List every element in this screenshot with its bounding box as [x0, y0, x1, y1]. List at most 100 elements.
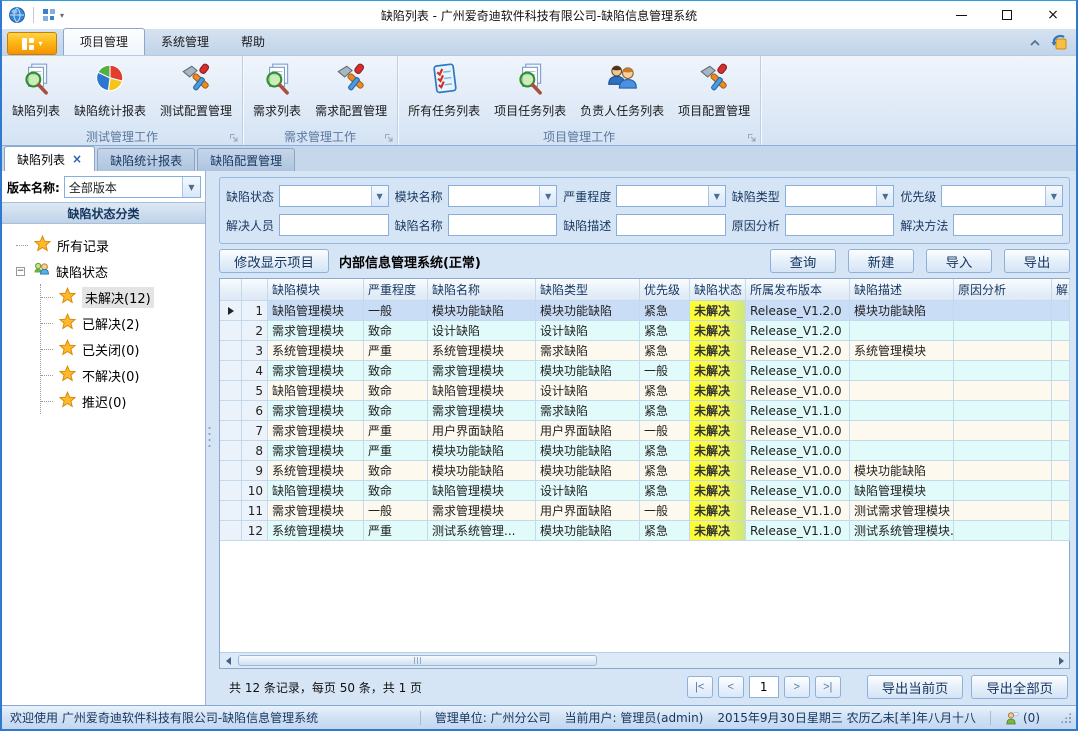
table-row[interactable]: 5缺陷管理模块致命缺陷管理模块设计缺陷紧急未解决Release_V1.0.0 [220, 381, 1069, 401]
grid-column-header[interactable]: 严重程度 [364, 279, 428, 301]
page-number-input[interactable] [749, 676, 779, 698]
tree-item[interactable]: 不解决(0) [41, 362, 205, 388]
tree-item[interactable]: 所有记录 [16, 232, 205, 258]
create-button[interactable]: 新建 [848, 249, 914, 273]
module-name-combo[interactable]: ▼ [448, 185, 558, 207]
style-switcher-icon[interactable] [1051, 34, 1068, 51]
horizontal-scrollbar[interactable] [220, 652, 1069, 668]
grid-column-header[interactable]: 缺陷名称 [428, 279, 536, 301]
tree-item[interactable]: 未解决(12) [41, 284, 205, 310]
close-tab-icon[interactable]: × [72, 152, 82, 166]
ribbon-button[interactable]: 缺陷列表 [6, 59, 66, 121]
grid-column-header[interactable]: 原因分析 [954, 279, 1052, 301]
grid-cell: 未解决 [690, 341, 746, 361]
ribbon-button[interactable]: 缺陷统计报表 [68, 59, 152, 121]
version-combo[interactable]: 全部版本 ▼ [64, 176, 201, 198]
scrollbar-thumb[interactable] [238, 655, 597, 666]
defect-type-combo[interactable]: ▼ [785, 185, 895, 207]
splitter-handle[interactable] [206, 171, 213, 705]
grid-column-header[interactable]: 缺陷状态 [690, 279, 746, 301]
table-row[interactable]: 1缺陷管理模块一般模块功能缺陷模块功能缺陷紧急未解决Release_V1.2.0… [220, 301, 1069, 321]
scroll-left-icon[interactable] [220, 653, 236, 668]
tree-item[interactable]: −缺陷状态 [16, 258, 205, 284]
quick-access-layout-icon[interactable] [41, 7, 57, 23]
grid-column-header[interactable]: 缺陷描述 [850, 279, 954, 301]
tree-item-label: 未解决(12) [82, 287, 154, 308]
dialog-launcher-icon[interactable] [384, 132, 394, 142]
table-row[interactable]: 4需求管理模块致命需求管理模块模块功能缺陷一般未解决Release_V1.0.0 [220, 361, 1069, 381]
ribbon-collapse-chevron-up-icon[interactable] [1029, 39, 1041, 47]
chevron-down-icon[interactable]: ▼ [1045, 186, 1062, 206]
first-page-button[interactable]: |< [687, 676, 713, 698]
priority-combo[interactable]: ▼ [941, 185, 1063, 207]
ribbon-button[interactable]: 项目配置管理 [672, 59, 756, 121]
export-current-page-button[interactable]: 导出当前页 [867, 675, 964, 699]
scrollbar-track[interactable] [236, 653, 1053, 668]
dialog-launcher-icon[interactable] [229, 132, 239, 142]
severity-combo[interactable]: ▼ [616, 185, 726, 207]
grid-column-header[interactable]: 所属发布版本 [746, 279, 850, 301]
chevron-down-icon[interactable]: ▼ [182, 177, 200, 197]
close-button[interactable]: × [1030, 1, 1076, 29]
tree-item[interactable]: 已解决(2) [41, 310, 205, 336]
search-button[interactable]: 查询 [770, 249, 836, 273]
tree-expand-icon[interactable]: − [16, 267, 25, 276]
defect-name-input[interactable] [448, 214, 558, 236]
document-tab[interactable]: 缺陷配置管理 [197, 148, 295, 171]
ribbon-button[interactable]: 需求配置管理 [309, 59, 393, 121]
row-number-cell: 7 [242, 421, 268, 441]
app-menu-button[interactable]: ▾ [7, 32, 57, 55]
cause-analysis-input[interactable] [785, 214, 895, 236]
resolver-input[interactable] [279, 214, 389, 236]
ribbon-button[interactable]: 测试配置管理 [154, 59, 238, 121]
minimize-icon [956, 15, 967, 16]
next-page-button[interactable]: > [784, 676, 810, 698]
table-row[interactable]: 2需求管理模块致命设计缺陷设计缺陷紧急未解决Release_V1.2.0 [220, 321, 1069, 341]
tree-item[interactable]: 推迟(0) [41, 388, 205, 414]
table-row[interactable]: 11需求管理模块一般需求管理模块用户界面缺陷一般未解决Release_V1.1.… [220, 501, 1069, 521]
grid-column-header[interactable]: 解决方法 [1052, 279, 1070, 301]
ribbon-button-label: 负责人任务列表 [580, 102, 664, 119]
ribbon-button[interactable]: 需求列表 [247, 59, 307, 121]
ribbon-button-label: 缺陷统计报表 [74, 102, 146, 119]
table-row[interactable]: 7需求管理模块严重用户界面缺陷用户界面缺陷一般未解决Release_V1.0.0 [220, 421, 1069, 441]
grid-column-header[interactable]: 缺陷类型 [536, 279, 640, 301]
row-number-cell: 9 [242, 461, 268, 481]
scroll-right-icon[interactable] [1053, 653, 1069, 668]
document-tab[interactable]: 缺陷统计报表 [97, 148, 195, 171]
ribbon-tab[interactable]: 系统管理 [145, 29, 225, 55]
defect-desc-input[interactable] [616, 214, 726, 236]
chevron-down-icon[interactable]: ▼ [876, 186, 893, 206]
grid-column-header[interactable]: 缺陷模块 [268, 279, 364, 301]
import-button[interactable]: 导入 [926, 249, 992, 273]
last-page-button[interactable]: >| [815, 676, 841, 698]
modify-columns-button[interactable]: 修改显示项目 [219, 249, 329, 273]
table-row[interactable]: 10缺陷管理模块致命缺陷管理模块设计缺陷紧急未解决Release_V1.0.0缺… [220, 481, 1069, 501]
grid-column-header[interactable]: 优先级 [640, 279, 690, 301]
ribbon-tab[interactable]: 帮助 [225, 29, 281, 55]
prev-page-button[interactable]: < [718, 676, 744, 698]
ribbon-button[interactable]: 项目任务列表 [488, 59, 572, 121]
table-row[interactable]: 3系统管理模块严重系统管理模块需求缺陷紧急未解决Release_V1.2.0系统… [220, 341, 1069, 361]
minimize-button[interactable] [938, 1, 984, 29]
table-row[interactable]: 6需求管理模块致命需求管理模块需求缺陷紧急未解决Release_V1.1.0 [220, 401, 1069, 421]
chevron-down-icon[interactable]: ▼ [371, 186, 388, 206]
ribbon-button[interactable]: 负责人任务列表 [574, 59, 670, 121]
quick-access-caret-icon[interactable]: ▾ [60, 11, 64, 20]
chevron-down-icon[interactable]: ▼ [708, 186, 725, 206]
defect-status-combo[interactable]: ▼ [279, 185, 389, 207]
export-all-pages-button[interactable]: 导出全部页 [971, 675, 1068, 699]
chevron-down-icon[interactable]: ▼ [539, 186, 556, 206]
solution-input[interactable] [953, 214, 1063, 236]
maximize-button[interactable] [984, 1, 1030, 29]
ribbon-button[interactable]: 所有任务列表 [402, 59, 486, 121]
dialog-launcher-icon[interactable] [747, 132, 757, 142]
export-button[interactable]: 导出 [1004, 249, 1070, 273]
table-row[interactable]: 8需求管理模块严重模块功能缺陷模块功能缺陷紧急未解决Release_V1.0.0 [220, 441, 1069, 461]
table-row[interactable]: 12系统管理模块严重测试系统管理...模块功能缺陷紧急未解决Release_V1… [220, 521, 1069, 541]
ribbon-tab[interactable]: 项目管理 [63, 28, 145, 55]
resize-grip-icon[interactable] [1060, 712, 1072, 724]
tree-item[interactable]: 已关闭(0) [41, 336, 205, 362]
table-row[interactable]: 9系统管理模块致命模块功能缺陷模块功能缺陷紧急未解决Release_V1.0.0… [220, 461, 1069, 481]
document-tab[interactable]: 缺陷列表× [4, 146, 95, 171]
